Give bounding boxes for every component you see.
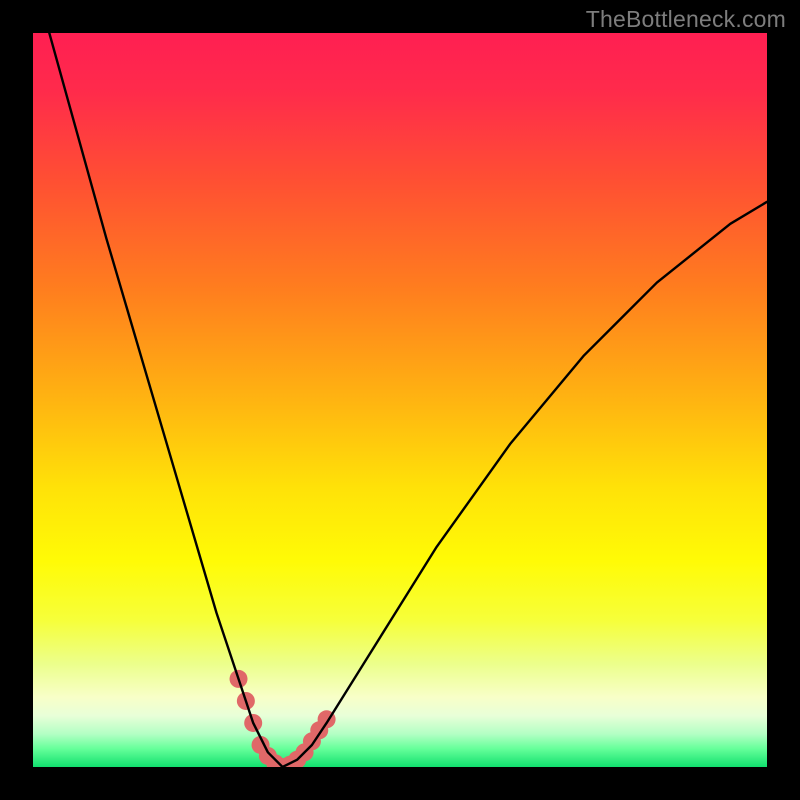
chart-frame: TheBottleneck.com [0, 0, 800, 800]
watermark-text: TheBottleneck.com [586, 6, 786, 33]
highlight-markers [230, 670, 336, 767]
curve-line [33, 33, 767, 767]
bottleneck-curve [33, 33, 767, 767]
plot-area [33, 33, 767, 767]
